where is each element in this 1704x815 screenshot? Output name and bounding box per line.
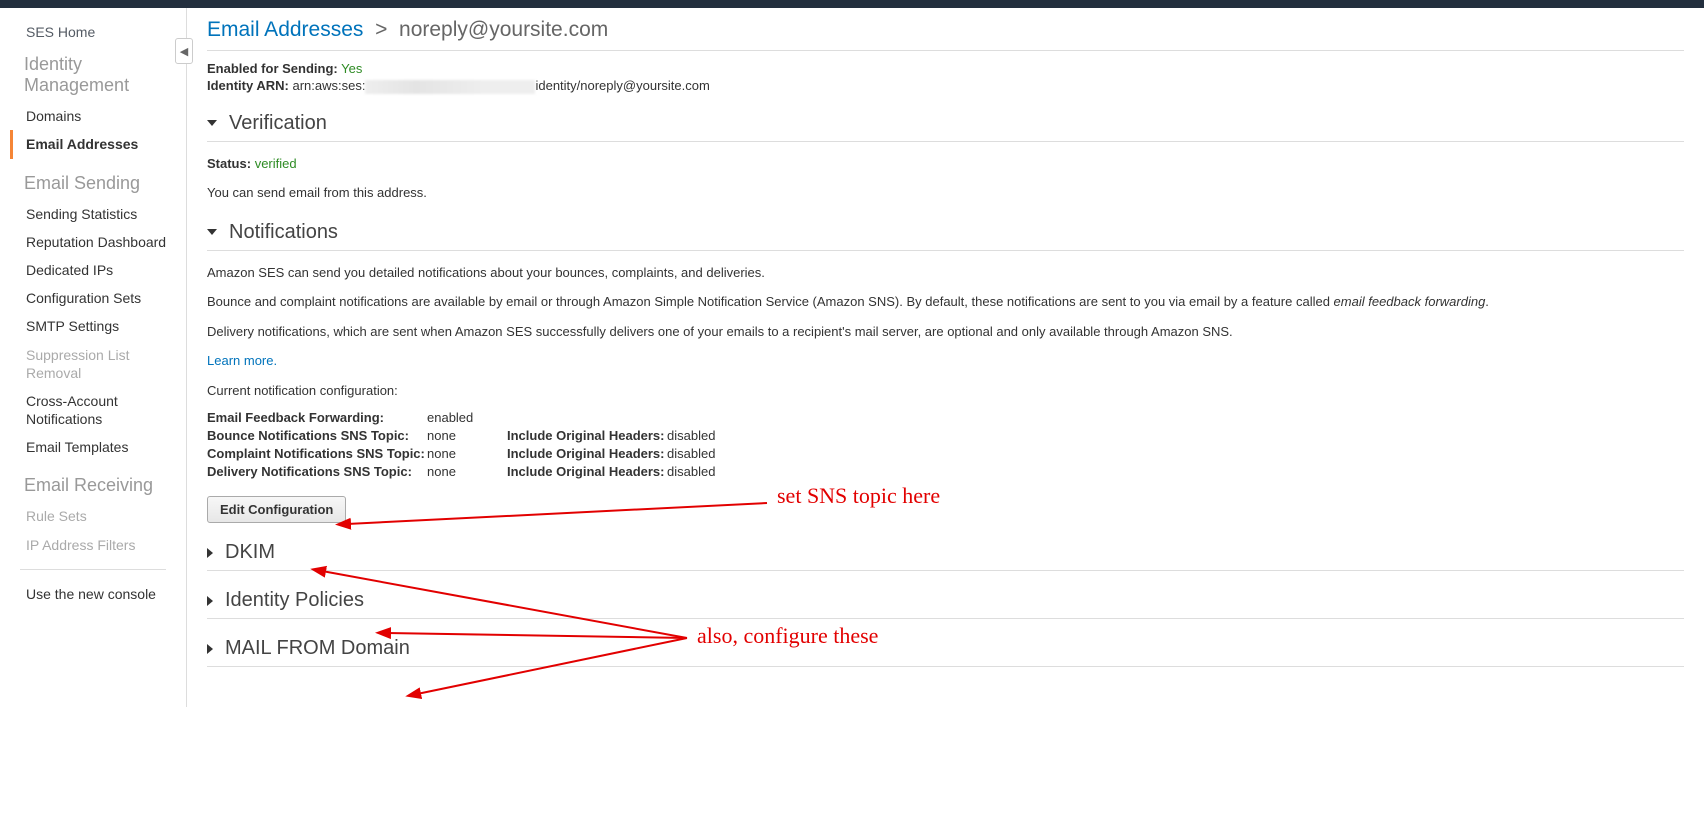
delivery-label: Delivery Notifications SNS Topic: <box>207 464 427 479</box>
breadcrumb-sep: > <box>375 18 387 41</box>
enabled-value: Yes <box>341 61 362 76</box>
arn-suffix: identity/noreply@yoursite.com <box>535 78 709 93</box>
ioh-value-1: disabled <box>667 428 715 443</box>
ioh-value-2: disabled <box>667 446 715 461</box>
ioh-label-2: Include Original Headers: <box>507 446 667 461</box>
learn-more-link[interactable]: Learn more. <box>207 353 277 368</box>
main-content: Email Addresses > noreply@yoursite.com E… <box>187 8 1704 707</box>
ioh-value-3: disabled <box>667 464 715 479</box>
section-policies-header[interactable]: Identity Policies <box>207 589 1684 619</box>
breadcrumb-parent[interactable]: Email Addresses <box>207 18 363 41</box>
section-notifications-title: Notifications <box>229 221 338 244</box>
status-label: Status: <box>207 156 251 171</box>
breadcrumb-current: noreply@yoursite.com <box>399 18 608 41</box>
section-notifications-header[interactable]: Notifications <box>207 221 1684 251</box>
nav-configuration-sets[interactable]: Configuration Sets <box>10 284 180 312</box>
ioh-label-1: Include Original Headers: <box>507 428 667 443</box>
notification-config-table: Email Feedback Forwarding: enabled Bounc… <box>207 410 1684 479</box>
ioh-label-3: Include Original Headers: <box>507 464 667 479</box>
sidebar: SES Home Identity Management Domains Ema… <box>0 8 180 707</box>
section-verification-title: Verification <box>229 112 327 135</box>
current-config-label: Current notification configuration: <box>207 381 1684 401</box>
section-mailfrom-header[interactable]: MAIL FROM Domain <box>207 637 1684 667</box>
enabled-line: Enabled for Sending: Yes <box>207 61 1684 76</box>
notif-p1: Amazon SES can send you detailed notific… <box>207 263 1684 283</box>
caret-right-icon <box>207 644 213 654</box>
sidebar-divider <box>20 569 166 570</box>
complaint-label: Complaint Notifications SNS Topic: <box>207 446 427 461</box>
nav-reputation-dashboard[interactable]: Reputation Dashboard <box>10 228 180 256</box>
arn-prefix: arn:aws:ses: <box>292 78 365 93</box>
status-value: verified <box>255 156 297 171</box>
section-policies: Identity Policies <box>207 589 1684 619</box>
edit-configuration-button[interactable]: Edit Configuration <box>207 496 346 523</box>
nav-sending-statistics[interactable]: Sending Statistics <box>10 200 180 228</box>
nav-email-templates[interactable]: Email Templates <box>10 433 180 461</box>
nav-dedicated-ips[interactable]: Dedicated IPs <box>10 256 180 284</box>
section-policies-title: Identity Policies <box>225 589 364 612</box>
section-notifications: Notifications Amazon SES can send you de… <box>207 221 1684 524</box>
breadcrumb: Email Addresses > noreply@yoursite.com <box>207 18 1684 42</box>
notif-p2: Bounce and complaint notifications are a… <box>207 292 1684 312</box>
section-mailfrom: MAIL FROM Domain <box>207 637 1684 667</box>
section-verification-header[interactable]: Verification <box>207 112 1684 142</box>
nav-smtp-settings[interactable]: SMTP Settings <box>10 312 180 340</box>
complaint-value: none <box>427 446 507 461</box>
nav-ip-filters[interactable]: IP Address Filters <box>10 531 180 559</box>
notif-p3: Delivery notifications, which are sent w… <box>207 322 1684 342</box>
nav-suppression-list[interactable]: Suppression List Removal <box>10 341 180 387</box>
nav-email-addresses[interactable]: Email Addresses <box>10 130 180 158</box>
eff-value: enabled <box>427 410 507 425</box>
nav-new-console[interactable]: Use the new console <box>10 580 180 608</box>
enabled-label: Enabled for Sending: <box>207 61 338 76</box>
nav-group-sending: Email Sending <box>24 173 180 194</box>
nav-cross-account[interactable]: Cross-Account Notifications <box>10 387 180 433</box>
caret-right-icon <box>207 548 213 558</box>
caret-down-icon <box>207 120 217 126</box>
nav-rule-sets[interactable]: Rule Sets <box>10 502 180 530</box>
caret-right-icon <box>207 596 213 606</box>
bounce-label: Bounce Notifications SNS Topic: <box>207 428 427 443</box>
section-dkim-title: DKIM <box>225 541 275 564</box>
caret-down-icon <box>207 229 217 235</box>
section-mailfrom-title: MAIL FROM Domain <box>225 637 410 660</box>
nav-ses-home[interactable]: SES Home <box>10 18 180 46</box>
arn-redacted <box>365 80 535 94</box>
nav-domains[interactable]: Domains <box>10 102 180 130</box>
arn-line: Identity ARN: arn:aws:ses: identity/norep… <box>207 78 1684 94</box>
nav-group-receiving: Email Receiving <box>24 475 180 496</box>
section-dkim: DKIM <box>207 541 1684 571</box>
section-dkim-header[interactable]: DKIM <box>207 541 1684 571</box>
nav-group-identity: Identity Management <box>24 54 180 96</box>
section-verification: Verification Status: verified You can se… <box>207 112 1684 203</box>
bounce-value: none <box>427 428 507 443</box>
verification-body: You can send email from this address. <box>207 183 1684 203</box>
arn-label: Identity ARN: <box>207 78 289 93</box>
eff-label: Email Feedback Forwarding: <box>207 410 427 425</box>
delivery-value: none <box>427 464 507 479</box>
hr <box>207 50 1684 51</box>
top-bar <box>0 0 1704 8</box>
